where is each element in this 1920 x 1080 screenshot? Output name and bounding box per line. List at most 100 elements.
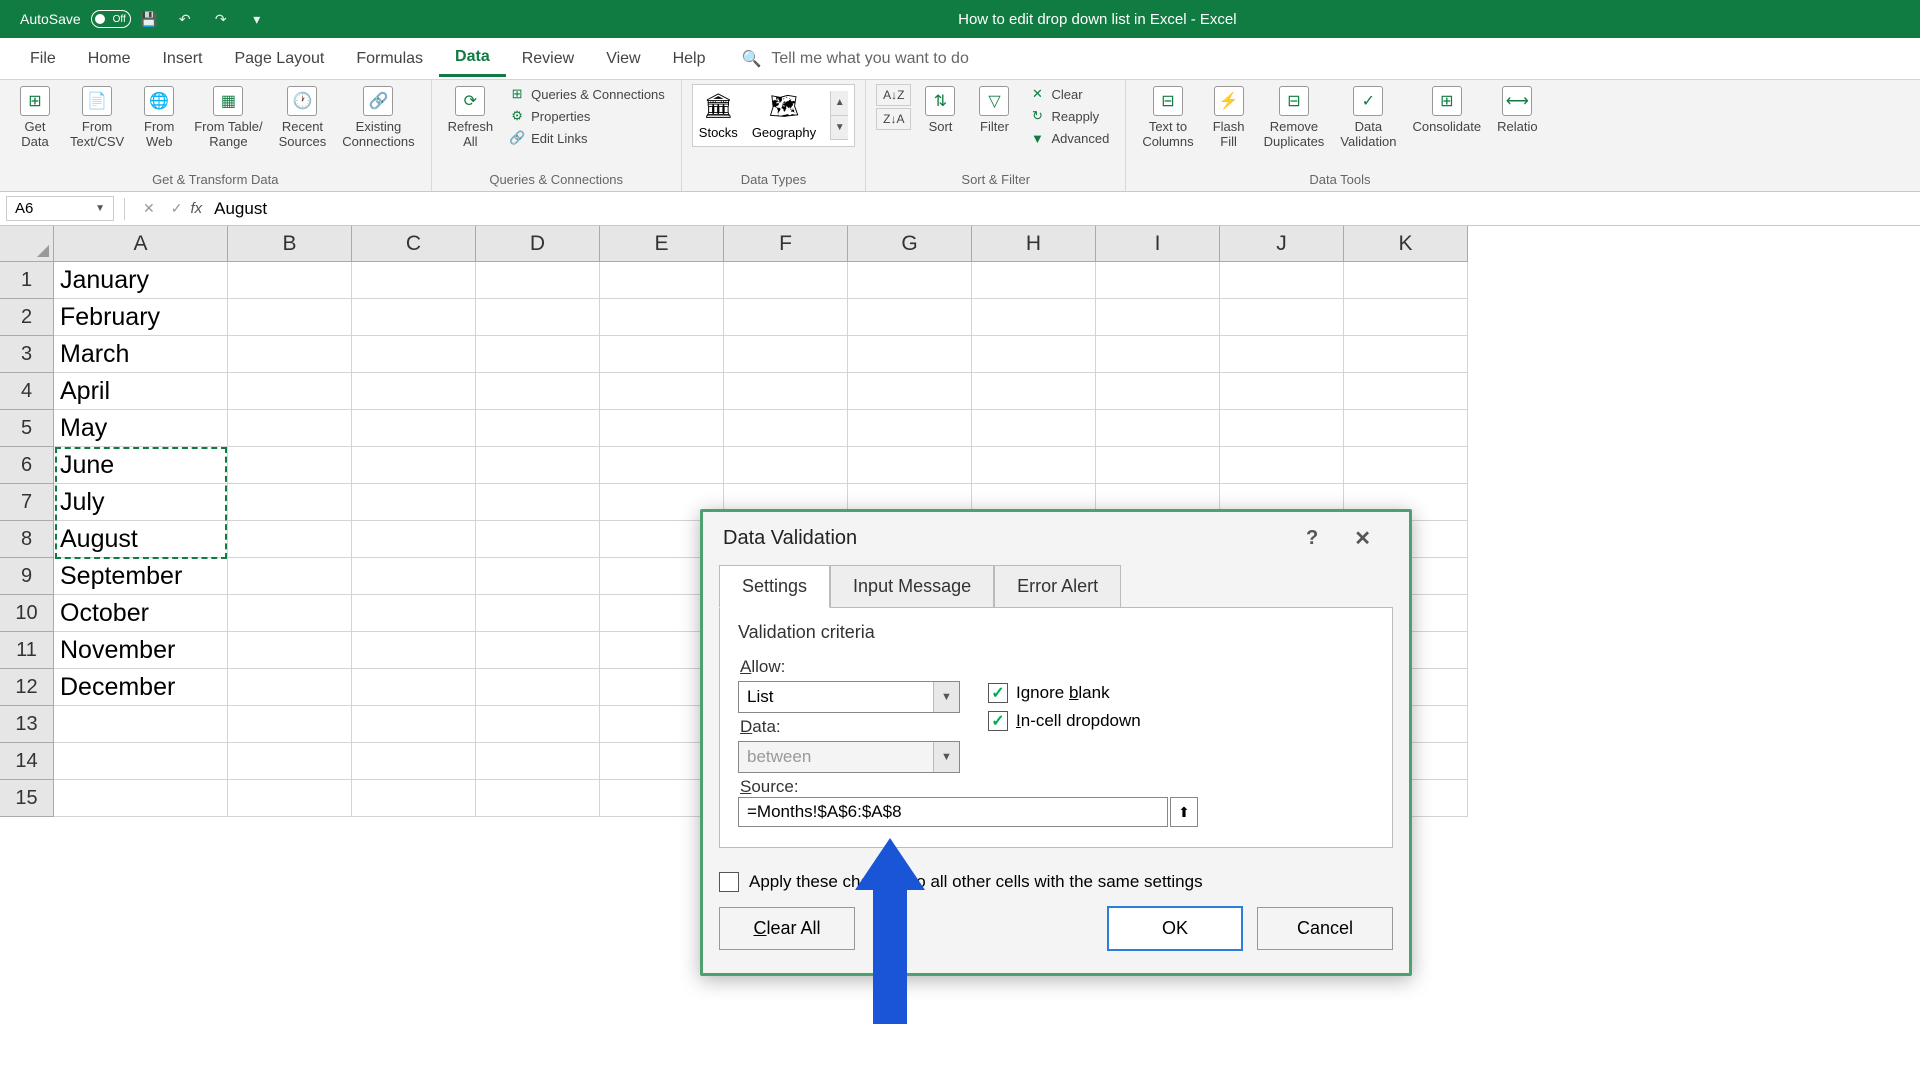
cell[interactable] <box>228 447 352 484</box>
column-header[interactable]: C <box>352 226 476 262</box>
cell[interactable]: January <box>54 262 228 299</box>
cell[interactable] <box>1096 373 1220 410</box>
cell[interactable]: November <box>54 632 228 669</box>
geography-type-button[interactable]: 🗺Geography <box>752 91 816 140</box>
row-header[interactable]: 13 <box>0 706 54 743</box>
from-web-button[interactable]: 🌐From Web <box>134 84 184 151</box>
types-scroll[interactable]: ▲▼ <box>830 91 848 140</box>
column-header[interactable]: A <box>54 226 228 262</box>
cell[interactable] <box>1344 336 1468 373</box>
column-header[interactable]: K <box>1344 226 1468 262</box>
clear-filter-button[interactable]: ✕Clear <box>1023 84 1115 104</box>
sort-za-button[interactable]: Z↓A <box>876 108 911 130</box>
cell[interactable] <box>600 373 724 410</box>
save-icon[interactable]: 💾 <box>137 7 161 31</box>
cell[interactable] <box>724 262 848 299</box>
cell[interactable]: April <box>54 373 228 410</box>
cell[interactable] <box>1344 410 1468 447</box>
formula-content[interactable]: August <box>214 199 267 219</box>
cell[interactable] <box>352 669 476 706</box>
cell[interactable] <box>848 373 972 410</box>
tab-home[interactable]: Home <box>72 42 147 76</box>
cell[interactable] <box>352 743 476 780</box>
cell[interactable] <box>54 706 228 743</box>
tab-file[interactable]: File <box>14 42 72 76</box>
cell[interactable]: October <box>54 595 228 632</box>
cell[interactable]: August <box>54 521 228 558</box>
ignore-blank-checkbox[interactable]: ✓Ignore blank <box>988 683 1141 703</box>
row-header[interactable]: 3 <box>0 336 54 373</box>
stocks-type-button[interactable]: 🏛Stocks <box>699 91 738 140</box>
queries-conn-button[interactable]: ⊞Queries & Connections <box>503 84 671 104</box>
cell[interactable] <box>600 262 724 299</box>
cell[interactable] <box>1096 262 1220 299</box>
cell[interactable] <box>476 558 600 595</box>
cell[interactable] <box>352 706 476 743</box>
cell[interactable] <box>1096 410 1220 447</box>
recent-sources-button[interactable]: 🕐Recent Sources <box>273 84 333 151</box>
cell[interactable] <box>476 336 600 373</box>
row-header[interactable]: 4 <box>0 373 54 410</box>
cell[interactable] <box>352 595 476 632</box>
dialog-tab-error-alert[interactable]: Error Alert <box>994 565 1121 608</box>
cell[interactable] <box>1220 373 1344 410</box>
from-text-button[interactable]: 📄From Text/CSV <box>64 84 130 151</box>
cell[interactable] <box>476 706 600 743</box>
cell[interactable]: March <box>54 336 228 373</box>
cell[interactable] <box>972 410 1096 447</box>
edit-links-button[interactable]: 🔗Edit Links <box>503 128 671 148</box>
cell[interactable] <box>228 706 352 743</box>
row-header[interactable]: 9 <box>0 558 54 595</box>
cell[interactable]: May <box>54 410 228 447</box>
cell[interactable] <box>972 373 1096 410</box>
row-header[interactable]: 12 <box>0 669 54 706</box>
cell[interactable] <box>724 410 848 447</box>
cell[interactable] <box>848 262 972 299</box>
tab-help[interactable]: Help <box>657 42 722 76</box>
cell[interactable] <box>228 595 352 632</box>
cell[interactable] <box>352 484 476 521</box>
cell[interactable] <box>476 410 600 447</box>
cell[interactable] <box>476 373 600 410</box>
allow-dropdown[interactable]: List▼ <box>738 681 960 713</box>
relationships-button[interactable]: ⟷Relatio <box>1491 84 1543 136</box>
clear-all-button[interactable]: Clear All <box>719 907 855 950</box>
row-header[interactable]: 11 <box>0 632 54 669</box>
undo-icon[interactable]: ↶ <box>173 7 197 31</box>
cell[interactable] <box>352 558 476 595</box>
cell[interactable] <box>352 336 476 373</box>
filter-button[interactable]: ▽Filter <box>969 84 1019 136</box>
column-header[interactable]: G <box>848 226 972 262</box>
cell[interactable] <box>1096 299 1220 336</box>
row-header[interactable]: 14 <box>0 743 54 780</box>
range-picker-icon[interactable]: ⬆ <box>1170 797 1198 827</box>
refresh-all-button[interactable]: ⟳Refresh All <box>442 84 500 151</box>
cell[interactable] <box>1220 299 1344 336</box>
row-header[interactable]: 5 <box>0 410 54 447</box>
cell[interactable] <box>228 484 352 521</box>
qat-customize-icon[interactable]: ▾ <box>245 7 269 31</box>
cell[interactable] <box>1096 336 1220 373</box>
cell[interactable] <box>54 743 228 780</box>
tell-me-search[interactable]: 🔍 Tell me what you want to do <box>741 49 968 69</box>
cell[interactable] <box>228 521 352 558</box>
close-icon[interactable]: ✕ <box>1354 526 1371 551</box>
cell[interactable] <box>352 262 476 299</box>
ok-button[interactable]: OK <box>1107 906 1243 951</box>
cell[interactable] <box>1220 262 1344 299</box>
sort-button[interactable]: ⇅Sort <box>915 84 965 136</box>
cell[interactable]: December <box>54 669 228 706</box>
data-validation-button[interactable]: ✓Data Validation <box>1334 84 1402 151</box>
column-header[interactable]: E <box>600 226 724 262</box>
select-all-corner[interactable] <box>0 226 54 262</box>
existing-conn-button[interactable]: 🔗Existing Connections <box>336 84 420 151</box>
cell[interactable]: June <box>54 447 228 484</box>
tab-view[interactable]: View <box>590 42 656 76</box>
cell[interactable] <box>848 410 972 447</box>
cell[interactable] <box>1220 410 1344 447</box>
cell[interactable] <box>972 262 1096 299</box>
cell[interactable] <box>476 743 600 780</box>
get-data-button[interactable]: ⊞Get Data <box>10 84 60 151</box>
source-input[interactable] <box>738 797 1168 827</box>
from-table-button[interactable]: ▦From Table/ Range <box>188 84 268 151</box>
